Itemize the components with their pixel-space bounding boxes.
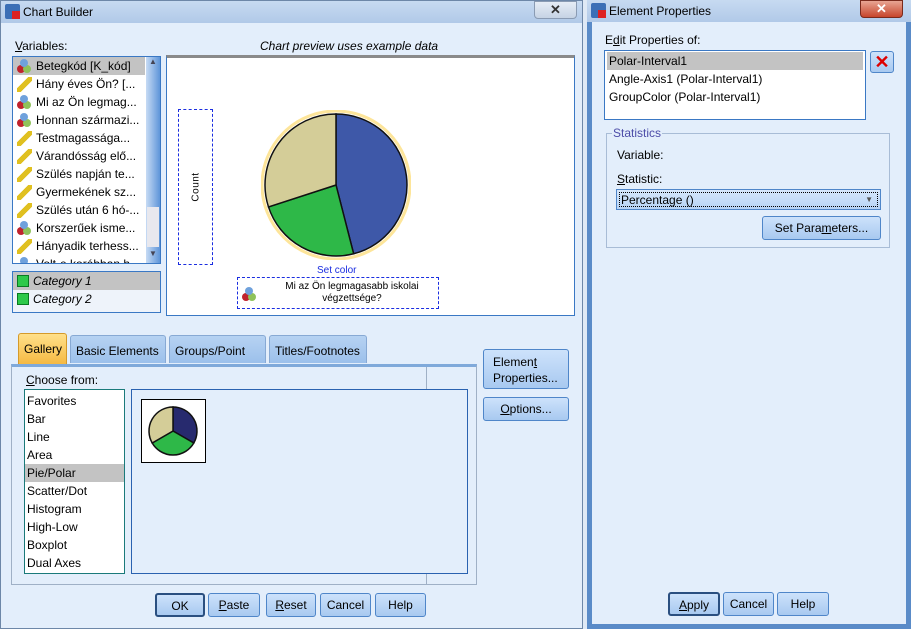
chevron-down-icon: ▼	[865, 195, 873, 204]
paste-button[interactable]: Paste	[208, 593, 260, 617]
scale-variable-icon	[17, 76, 32, 92]
chart-preview-canvas[interactable]: Count Set color Mi az Ön legmagasabb isk…	[166, 55, 575, 316]
edit-properties-label: Edit Properties of:	[605, 33, 701, 47]
statistic-value: Percentage ()	[621, 193, 694, 207]
category-item[interactable]: Category 2	[13, 290, 160, 308]
variable-item[interactable]: Várandósság elő...	[13, 147, 145, 165]
variable-item[interactable]: Gyermekének sz...	[13, 183, 145, 201]
variable-label: Hányadik terhess...	[36, 239, 139, 253]
nominal-variable-icon	[17, 58, 32, 74]
close-button[interactable]: ✕	[534, 1, 577, 19]
nominal-variable-icon	[17, 94, 32, 110]
chart-builder-titlebar: Chart Builder	[1, 1, 582, 23]
delete-element-button[interactable]: ✕	[870, 51, 894, 73]
variable-label: Variable:	[617, 148, 664, 162]
gallery-panel-border	[11, 364, 477, 585]
scroll-down-arrow[interactable]: ▼	[146, 249, 160, 263]
scale-variable-icon	[17, 130, 32, 146]
scale-variable-icon	[17, 166, 32, 182]
nominal-variable-icon	[17, 112, 32, 128]
variables-list[interactable]: Betegkód [K_kód] Hány éves Ön? [... Mi az …	[12, 56, 161, 264]
variables-label: Variables:	[15, 39, 68, 53]
ep-cancel-button[interactable]: Cancel	[723, 592, 774, 616]
element-properties-title: Element Properties	[609, 4, 712, 18]
variable-label: Gyermekének sz...	[36, 185, 137, 199]
color-drop-zone[interactable]: Mi az Ön legmagasabb iskolai végzettsége…	[237, 277, 439, 309]
category-item[interactable]: Category 1	[13, 272, 160, 290]
preview-pie-chart[interactable]	[261, 110, 411, 260]
categories-list[interactable]: Category 1 Category 2	[12, 271, 161, 313]
options-button[interactable]: Options...	[483, 397, 569, 421]
close-button[interactable]: ✕	[860, 0, 903, 18]
variable-label: Testmagassága...	[36, 131, 131, 145]
variable-item[interactable]: Hányadik terhess...	[13, 237, 145, 255]
variable-item[interactable]: Mi az Ön legmag...	[13, 93, 145, 111]
variable-label: Korszerűek isme...	[36, 221, 136, 235]
y-axis-label: Count	[190, 172, 201, 202]
help-button[interactable]: Help	[375, 593, 426, 617]
variable-label: Honnan származi...	[36, 113, 140, 127]
tab-groups-point-id[interactable]: Groups/Point ID	[169, 335, 266, 388]
tab-titles-footnotes[interactable]: Titles/Footnotes	[269, 335, 367, 363]
nominal-variable-icon	[17, 220, 32, 236]
variable-label: Várandósság elő...	[36, 149, 137, 163]
scale-variable-icon	[17, 202, 32, 218]
apply-button[interactable]: Apply	[668, 592, 720, 616]
variable-item[interactable]: Testmagassága...	[13, 129, 145, 147]
variable-label: Betegkód [K_kód]	[36, 59, 131, 73]
category-icon	[17, 275, 29, 287]
set-color-label: Set color	[317, 265, 357, 276]
scrollbar[interactable]: ▲ ▼	[146, 57, 160, 263]
preview-note: Chart preview uses example data	[260, 39, 439, 53]
variable-label: Mi az Ön legmag...	[36, 95, 137, 109]
scale-variable-icon	[17, 148, 32, 164]
ok-button[interactable]: OK	[155, 593, 205, 617]
variable-label: Hány éves Ön? [...	[36, 77, 136, 91]
y-axis-drop-zone[interactable]: Count	[178, 109, 213, 265]
variable-item[interactable]: Szülés napján te...	[13, 165, 145, 183]
variable-item[interactable]: Betegkód [K_kód]	[13, 57, 145, 75]
category-label: Category 1	[33, 274, 92, 288]
variable-label: Szülés napján te...	[36, 167, 135, 181]
tab-basic-elements[interactable]: Basic Elements	[70, 335, 166, 363]
variable-item[interactable]: Korszerűek isme...	[13, 219, 145, 237]
element-item[interactable]: GroupColor (Polar-Interval1)	[607, 88, 863, 106]
scale-variable-icon	[17, 184, 32, 200]
element-list[interactable]: Polar-Interval1 Angle-Axis1 (Polar-Interv…	[604, 50, 866, 120]
ep-help-button[interactable]: Help	[777, 592, 829, 616]
set-parameters-button[interactable]: Set Parameters...	[762, 216, 881, 240]
nominal-variable-icon	[17, 256, 32, 263]
app-icon	[591, 3, 606, 18]
statistics-legend: Statistics	[613, 126, 662, 140]
variable-item[interactable]: Szülés után 6 hó-...	[13, 201, 145, 219]
category-icon	[17, 293, 29, 305]
statistic-dropdown[interactable]: Percentage () ▼	[616, 189, 881, 210]
element-item[interactable]: Polar-Interval1	[607, 52, 863, 70]
variable-label: Volt-e korábban h...	[36, 257, 141, 264]
cancel-button[interactable]: Cancel	[320, 593, 371, 617]
variable-label: Szülés után 6 hó-...	[36, 203, 140, 217]
nominal-variable-icon	[242, 287, 257, 302]
element-properties-button[interactable]: Element Properties...	[483, 349, 569, 389]
reset-button[interactable]: Reset	[266, 593, 316, 617]
app-icon	[5, 4, 20, 19]
window-title: Chart Builder	[23, 5, 94, 19]
scale-variable-icon	[17, 238, 32, 254]
variable-item[interactable]: Hány éves Ön? [...	[13, 75, 145, 93]
scroll-up-arrow[interactable]: ▲	[146, 57, 160, 71]
category-label: Category 2	[33, 292, 92, 306]
statistic-label: Statistic:	[617, 172, 663, 186]
scroll-thumb[interactable]	[147, 207, 159, 247]
variable-item[interactable]: Volt-e korábban h...	[13, 255, 145, 264]
element-item[interactable]: Angle-Axis1 (Polar-Interval1)	[607, 70, 863, 88]
color-variable-label: Mi az Ön legmagasabb iskolai végzettsége…	[285, 281, 419, 304]
variable-item[interactable]: Honnan származi...	[13, 111, 145, 129]
tab-gallery[interactable]: Gallery	[18, 333, 67, 365]
